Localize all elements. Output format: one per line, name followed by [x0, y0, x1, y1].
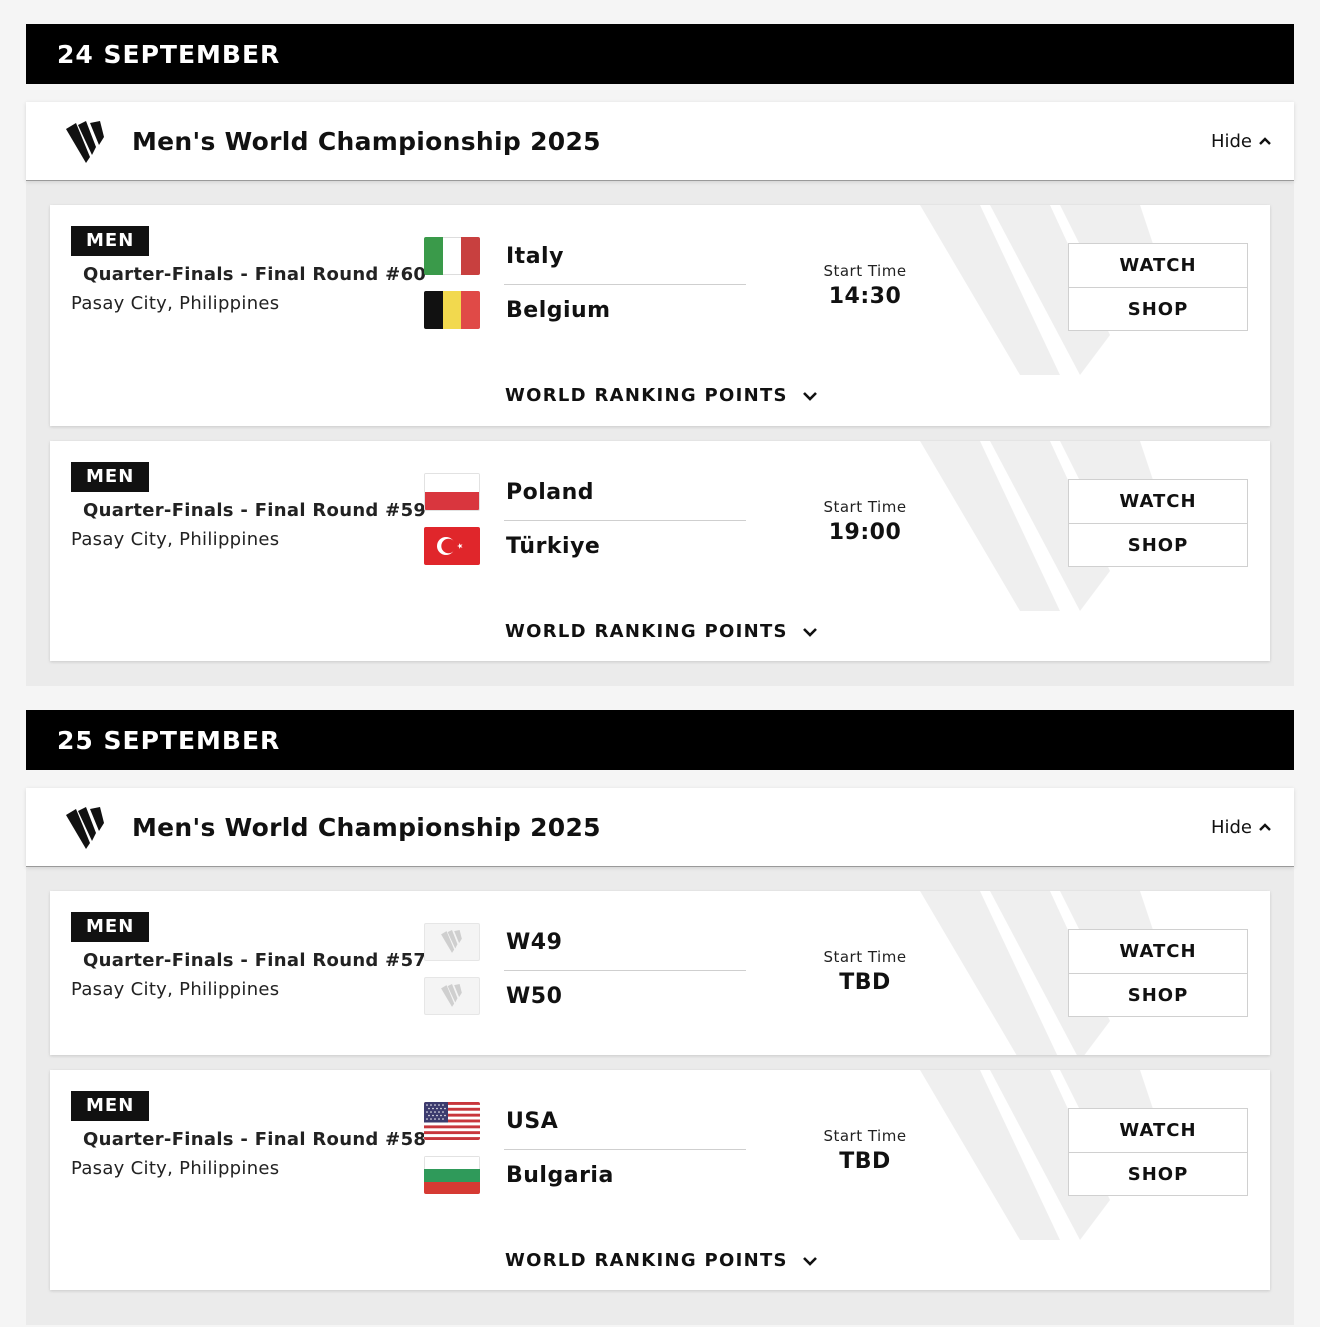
start-time-label: Start Time — [823, 948, 907, 966]
day-date: 25 SEPTEMBER — [57, 725, 281, 755]
chevron-up-icon — [1259, 137, 1271, 145]
venue-label: Pasay City, Philippines — [71, 293, 280, 314]
competition-header: Men's World Championship 2025 Hide — [26, 788, 1294, 867]
turkiye-flag-icon — [424, 527, 480, 565]
placeholder-logo-icon — [424, 923, 480, 961]
shop-button[interactable]: SHOP — [1069, 973, 1247, 1016]
start-time-value: TBD — [839, 970, 891, 995]
watch-button[interactable]: WATCH — [1069, 480, 1247, 523]
usa-flag-icon — [424, 1102, 480, 1140]
team-name: USA — [506, 1108, 559, 1134]
world-ranking-points-label: WORLD RANKING POINTS — [505, 1250, 788, 1271]
start-time-block: Start Time TBD — [810, 1127, 920, 1174]
vw-logo-icon — [66, 807, 104, 849]
start-time-label: Start Time — [823, 1127, 907, 1145]
start-time-value: TBD — [839, 1149, 891, 1174]
start-time-block: Start Time 19:00 — [810, 498, 920, 545]
gender-badge: MEN — [71, 912, 150, 942]
day-section: 24 SEPTEMBER Men's World Championship 20… — [26, 24, 1294, 686]
world-ranking-points-label: WORLD RANKING POINTS — [505, 385, 788, 406]
watch-button[interactable]: WATCH — [1069, 244, 1247, 287]
team-home[interactable]: Italy — [424, 237, 564, 275]
team-divider — [504, 970, 746, 971]
team-name: Poland — [506, 479, 595, 505]
day-section: 25 SEPTEMBER Men's World Championship 20… — [26, 710, 1294, 1325]
shop-button[interactable]: SHOP — [1069, 1152, 1247, 1195]
match-list: MEN Quarter-Finals - Final Round #60 Pas… — [26, 181, 1294, 686]
watch-button[interactable]: WATCH — [1069, 930, 1247, 973]
match-actions: WATCH SHOP — [1068, 479, 1248, 567]
hide-label: Hide — [1210, 816, 1252, 838]
round-label: Quarter-Finals - Final Round #58 — [83, 1129, 427, 1150]
team-divider — [504, 520, 746, 521]
shop-button[interactable]: SHOP — [1069, 523, 1247, 566]
bulgaria-flag-icon — [424, 1156, 480, 1194]
hide-toggle[interactable]: Hide — [1211, 817, 1272, 838]
hide-toggle[interactable]: Hide — [1211, 131, 1272, 152]
day-header: 24 SEPTEMBER — [26, 24, 1294, 84]
match-card: MEN Quarter-Finals - Final Round #58 Pas… — [50, 1070, 1270, 1290]
shop-button[interactable]: SHOP — [1069, 287, 1247, 330]
competition-header: Men's World Championship 2025 Hide — [26, 102, 1294, 181]
round-label: Quarter-Finals - Final Round #59 — [83, 500, 427, 521]
match-list: MEN Quarter-Finals - Final Round #57 Pas… — [26, 867, 1294, 1325]
team-divider — [504, 284, 746, 285]
gender-badge: MEN — [71, 1091, 150, 1121]
start-time-block: Start Time 14:30 — [810, 262, 920, 309]
team-away[interactable]: Bulgaria — [424, 1156, 614, 1194]
placeholder-logo-icon — [424, 977, 480, 1015]
world-ranking-points-toggle[interactable]: WORLD RANKING POINTS — [505, 385, 818, 406]
match-card: MEN Quarter-Finals - Final Round #60 Pas… — [50, 205, 1270, 426]
venue-label: Pasay City, Philippines — [71, 979, 280, 1000]
venue-label: Pasay City, Philippines — [71, 1158, 280, 1179]
team-divider — [504, 1149, 746, 1150]
team-away[interactable]: Belgium — [424, 291, 611, 329]
team-home[interactable]: W49 — [424, 923, 562, 961]
competition-title: Men's World Championship 2025 — [132, 812, 601, 842]
world-ranking-points-toggle[interactable]: WORLD RANKING POINTS — [505, 621, 818, 642]
hide-label: Hide — [1210, 130, 1252, 152]
belgium-flag-icon — [424, 291, 480, 329]
team-away[interactable]: W50 — [424, 977, 562, 1015]
team-away[interactable]: Türkiye — [424, 527, 600, 565]
start-time-label: Start Time — [823, 498, 907, 516]
start-time-block: Start Time TBD — [810, 948, 920, 995]
italy-flag-icon — [424, 237, 480, 275]
round-label: Quarter-Finals - Final Round #60 — [83, 264, 427, 285]
chevron-down-icon — [802, 391, 817, 401]
team-name: Bulgaria — [506, 1162, 614, 1188]
day-date: 24 SEPTEMBER — [57, 39, 281, 69]
start-time-label: Start Time — [823, 262, 907, 280]
poland-flag-icon — [424, 473, 480, 511]
match-card: MEN Quarter-Finals - Final Round #57 Pas… — [50, 891, 1270, 1055]
match-actions: WATCH SHOP — [1068, 243, 1248, 331]
team-home[interactable]: Poland — [424, 473, 594, 511]
start-time-value: 14:30 — [828, 284, 902, 309]
match-card: MEN Quarter-Finals - Final Round #59 Pas… — [50, 441, 1270, 661]
watch-button[interactable]: WATCH — [1069, 1109, 1247, 1152]
world-ranking-points-toggle[interactable]: WORLD RANKING POINTS — [505, 1250, 818, 1271]
chevron-down-icon — [802, 627, 817, 637]
chevron-up-icon — [1259, 823, 1271, 831]
world-ranking-points-label: WORLD RANKING POINTS — [505, 621, 788, 642]
team-name: W49 — [506, 929, 563, 955]
competition-title: Men's World Championship 2025 — [132, 126, 601, 156]
team-name: W50 — [506, 983, 563, 1009]
team-name: Italy — [506, 243, 564, 269]
round-label: Quarter-Finals - Final Round #57 — [83, 950, 427, 971]
team-name: Belgium — [506, 297, 611, 323]
team-name: Türkiye — [506, 533, 601, 559]
day-header: 25 SEPTEMBER — [26, 710, 1294, 770]
gender-badge: MEN — [71, 226, 150, 256]
gender-badge: MEN — [71, 462, 150, 492]
chevron-down-icon — [802, 1256, 817, 1266]
match-actions: WATCH SHOP — [1068, 1108, 1248, 1196]
venue-label: Pasay City, Philippines — [71, 529, 280, 550]
team-home[interactable]: USA — [424, 1102, 558, 1140]
start-time-value: 19:00 — [828, 520, 902, 545]
vw-logo-icon — [66, 121, 104, 163]
match-actions: WATCH SHOP — [1068, 929, 1248, 1017]
